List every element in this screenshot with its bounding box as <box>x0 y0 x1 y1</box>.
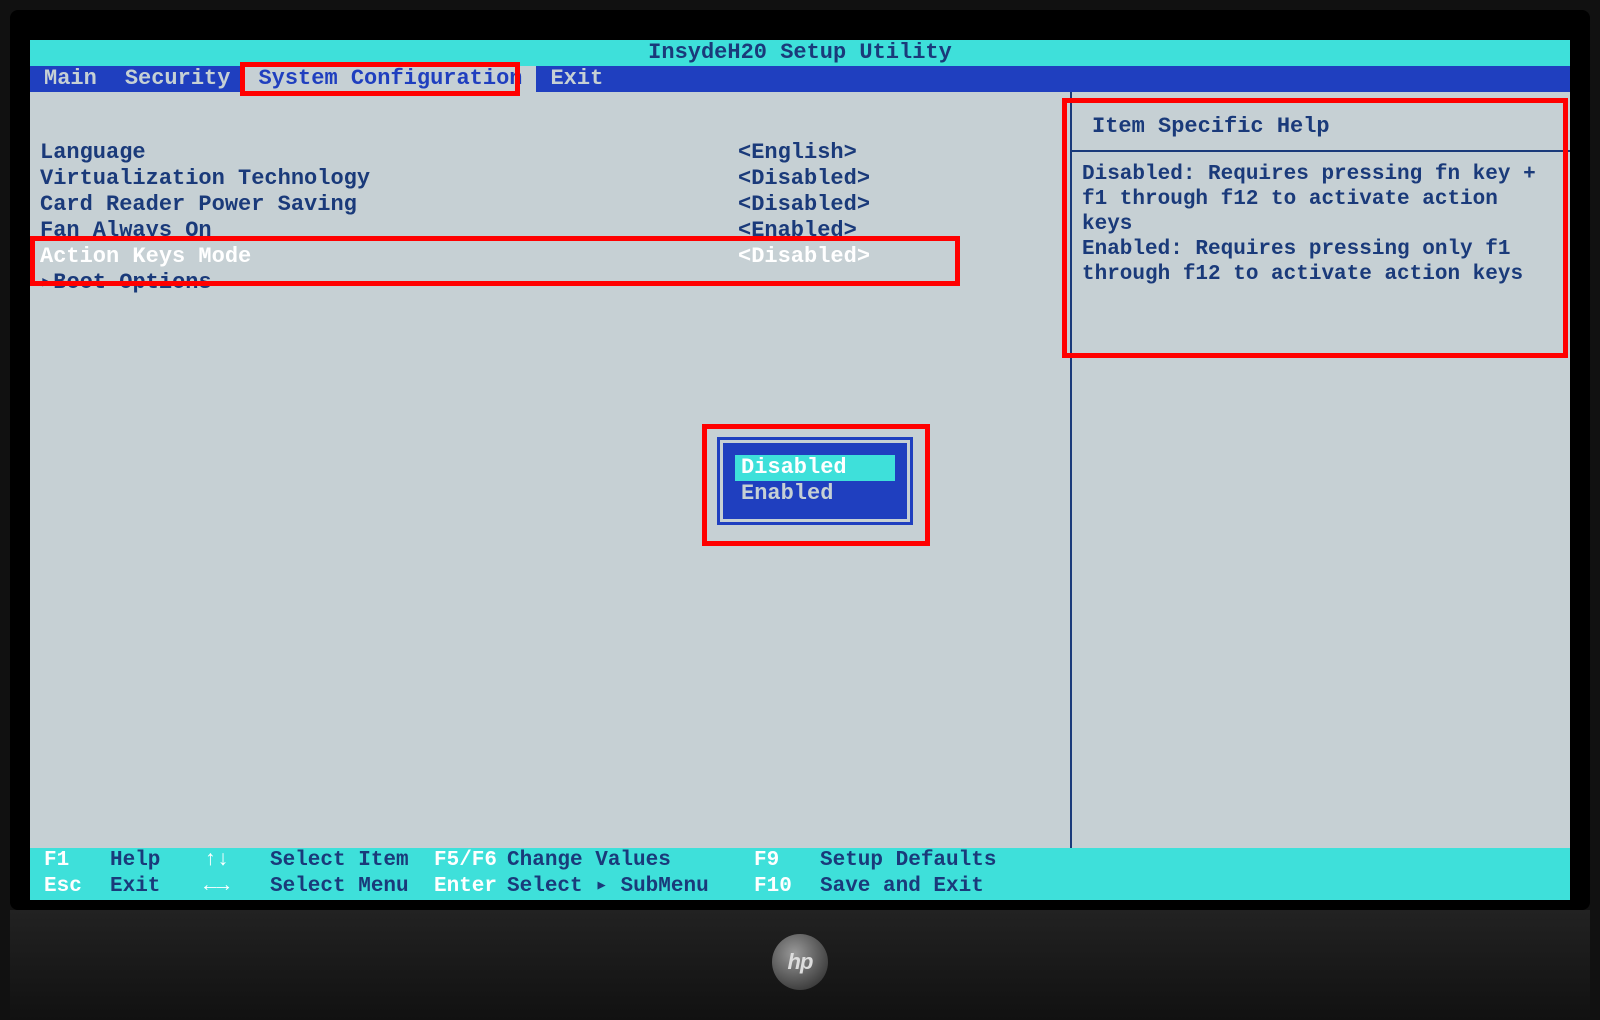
settings-panel: Language <English> Virtualization Techno… <box>30 92 1070 848</box>
setting-virtualization[interactable]: Virtualization Technology <Disabled> <box>38 166 1062 192</box>
footer-key-select-item: ↑↓Select Item <box>190 848 420 874</box>
help-title: Item Specific Help <box>1092 114 1560 140</box>
footer-row-1: F1Help ↑↓Select Item F5/F6Change Values … <box>30 848 1570 874</box>
bios-screen: InsydeH20 Setup Utility Main Security Sy… <box>30 40 1570 900</box>
footer-row-2: EscExit ←→Select Menu EnterSelect ▸ SubM… <box>30 874 1570 900</box>
setting-value: <Enabled> <box>738 218 1062 244</box>
setting-fan-always-on[interactable]: Fan Always On <Enabled> <box>38 218 1062 244</box>
footer-key-help: F1Help <box>30 848 190 874</box>
help-divider <box>1072 150 1570 152</box>
footer-key-change-values: F5/F6Change Values <box>420 848 740 874</box>
help-panel: Item Specific Help Disabled: Requires pr… <box>1070 92 1570 848</box>
setting-value: <Disabled> <box>738 166 1062 192</box>
footer-key-save-exit: F10Save and Exit <box>740 874 1040 900</box>
setting-boot-options[interactable]: ▸Boot Options <box>38 270 1062 296</box>
settings-list: Language <English> Virtualization Techno… <box>38 140 1062 296</box>
hp-logo: hp <box>772 934 828 990</box>
footer-key-setup-defaults: F9Setup Defaults <box>740 848 1040 874</box>
tab-security[interactable]: Security <box>111 66 245 92</box>
laptop-bezel: InsydeH20 Setup Utility Main Security Sy… <box>10 10 1590 910</box>
tab-system-configuration[interactable]: System Configuration <box>244 66 536 92</box>
footer-key-select-menu: ←→Select Menu <box>190 874 420 900</box>
setting-label: Virtualization Technology <box>38 166 738 192</box>
setting-label: Action Keys Mode <box>38 244 738 270</box>
value-select-popup: Disabled Enabled <box>720 440 910 522</box>
laptop-bottom-strip: hp <box>10 910 1590 1020</box>
setting-action-keys-mode[interactable]: Action Keys Mode <Disabled> <box>38 244 1062 270</box>
setting-label: Card Reader Power Saving <box>38 192 738 218</box>
setting-language[interactable]: Language <English> <box>38 140 1062 166</box>
setting-card-reader[interactable]: Card Reader Power Saving <Disabled> <box>38 192 1062 218</box>
tab-exit[interactable]: Exit <box>536 66 617 92</box>
setting-label: Fan Always On <box>38 218 738 244</box>
popup-option-enabled[interactable]: Enabled <box>735 481 895 507</box>
setting-value: <Disabled> <box>738 244 1062 270</box>
footer-key-exit: EscExit <box>30 874 190 900</box>
title-text: InsydeH20 Setup Utility <box>648 40 952 65</box>
help-body: Disabled: Requires pressing fn key + f1 … <box>1082 162 1560 287</box>
setting-label: ▸Boot Options <box>38 270 738 296</box>
footer-help-bar: F1Help ↑↓Select Item F5/F6Change Values … <box>30 848 1570 900</box>
footer-key-select-submenu: EnterSelect ▸ SubMenu <box>420 874 740 900</box>
title-bar: InsydeH20 Setup Utility <box>30 40 1570 66</box>
menu-bar: Main Security System Configuration Exit <box>30 66 1570 92</box>
setting-value: <Disabled> <box>738 192 1062 218</box>
setting-value: <English> <box>738 140 1062 166</box>
tab-main[interactable]: Main <box>30 66 111 92</box>
popup-option-disabled[interactable]: Disabled <box>735 455 895 481</box>
setting-label: Language <box>38 140 738 166</box>
setting-value <box>738 270 1062 296</box>
